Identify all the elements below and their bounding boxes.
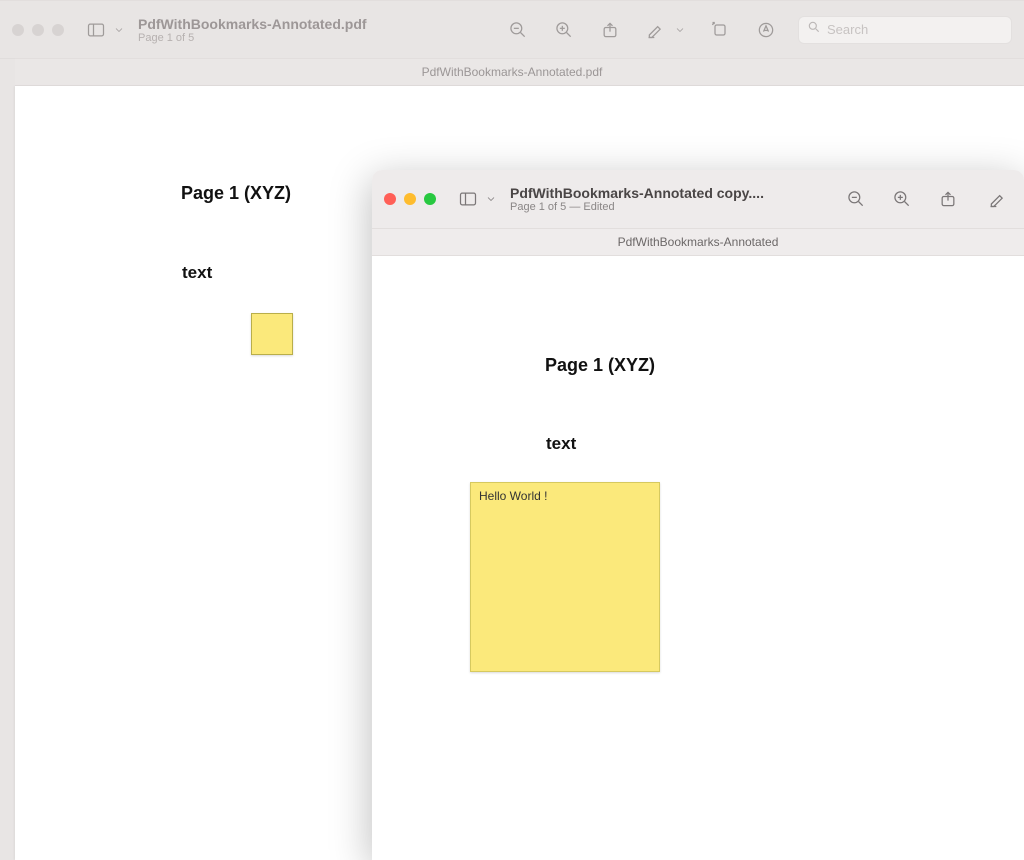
titlebar: PdfWithBookmarks-Annotated copy.... Page… xyxy=(372,170,1024,228)
tab-label[interactable]: PdfWithBookmarks-Annotated xyxy=(618,235,779,249)
minimize-button[interactable] xyxy=(404,193,416,205)
zoom-in-button[interactable] xyxy=(550,16,578,44)
sticky-note-annotation[interactable]: Hello World ! xyxy=(470,482,660,672)
minimize-button[interactable] xyxy=(32,24,44,36)
sticky-note-text: Hello World ! xyxy=(479,489,547,503)
search-input[interactable] xyxy=(827,22,1003,37)
highlight-menu-chevron-icon[interactable] xyxy=(672,16,688,44)
search-icon xyxy=(807,20,821,39)
fullscreen-button[interactable] xyxy=(424,193,436,205)
traffic-lights xyxy=(12,24,64,36)
share-button[interactable] xyxy=(934,185,962,213)
page-text: text xyxy=(546,434,576,454)
page-gutter xyxy=(0,58,15,860)
toolbar-actions xyxy=(842,185,1012,213)
title-block: PdfWithBookmarks-Annotated copy.... Page… xyxy=(506,185,764,213)
window-title: PdfWithBookmarks-Annotated.pdf xyxy=(138,16,367,32)
toolbar-actions xyxy=(504,16,1012,44)
sidebar-menu-chevron-icon[interactable] xyxy=(112,16,126,44)
window-subtitle: Page 1 of 5 — Edited xyxy=(510,201,764,213)
sidebar-toggle-button[interactable] xyxy=(82,16,110,44)
tab-label[interactable]: PdfWithBookmarks-Annotated.pdf xyxy=(422,65,603,79)
sidebar-menu-chevron-icon[interactable] xyxy=(484,185,498,213)
title-block: PdfWithBookmarks-Annotated.pdf Page 1 of… xyxy=(134,16,367,44)
share-button[interactable] xyxy=(596,16,624,44)
search-field[interactable] xyxy=(798,16,1012,44)
traffic-lights xyxy=(384,193,436,205)
markup-toolbar-button[interactable] xyxy=(752,16,780,44)
highlight-button[interactable] xyxy=(642,16,670,44)
highlight-button[interactable] xyxy=(984,185,1012,213)
page-text: text xyxy=(182,263,212,283)
titlebar: PdfWithBookmarks-Annotated.pdf Page 1 of… xyxy=(0,0,1024,58)
rotate-button[interactable] xyxy=(706,16,734,44)
page-heading: Page 1 (XYZ) xyxy=(181,183,291,204)
close-button[interactable] xyxy=(12,24,24,36)
sidebar-toggle-button[interactable] xyxy=(454,185,482,213)
close-button[interactable] xyxy=(384,193,396,205)
zoom-out-button[interactable] xyxy=(504,16,532,44)
zoom-in-button[interactable] xyxy=(888,185,916,213)
window-title: PdfWithBookmarks-Annotated copy.... xyxy=(510,185,764,201)
sticky-note-annotation[interactable] xyxy=(251,313,293,355)
tab-bar: PdfWithBookmarks-Annotated.pdf xyxy=(0,58,1024,86)
preview-window-annotated-copy: PdfWithBookmarks-Annotated copy.... Page… xyxy=(372,170,1024,860)
zoom-out-button[interactable] xyxy=(842,185,870,213)
tab-bar: PdfWithBookmarks-Annotated xyxy=(372,228,1024,256)
window-subtitle: Page 1 of 5 xyxy=(138,32,367,44)
page-heading: Page 1 (XYZ) xyxy=(545,355,655,376)
fullscreen-button[interactable] xyxy=(52,24,64,36)
